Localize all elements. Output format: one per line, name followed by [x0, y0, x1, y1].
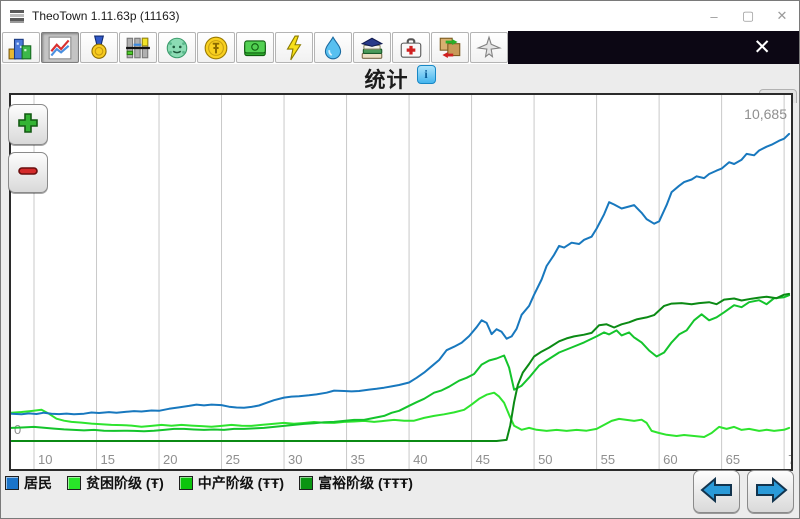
x-tick-label-45: 45 — [476, 452, 490, 467]
health-icon — [398, 35, 424, 61]
x-tick-label-10: 10 — [38, 452, 52, 467]
maximize-button[interactable]: ▢ — [731, 1, 765, 31]
toolbar-button-education[interactable] — [353, 32, 391, 63]
toolbar-button-coin[interactable] — [197, 32, 235, 63]
legend-item[interactable]: 贫困阶级 (Ŧ) — [67, 473, 164, 493]
series-line-2 — [12, 294, 790, 441]
toolbar-button-chart[interactable] — [41, 32, 79, 63]
toolbar-buttons — [1, 31, 508, 64]
scroll-left-button[interactable] — [693, 470, 740, 513]
chart-legend: 居民 贫困阶级 (Ŧ) 中产阶级 (ŦŦ) 富裕阶级 (ŦŦŦ) — [5, 473, 413, 493]
legend-swatch — [179, 476, 193, 490]
y-max-value-label: 10,685 — [744, 106, 787, 122]
happiness-icon — [164, 35, 190, 61]
x-tick-label-40: 40 — [413, 452, 427, 467]
city-icon — [8, 35, 34, 61]
legend-item[interactable]: 居民 — [5, 473, 52, 493]
y-zero-label: 0 — [14, 422, 21, 437]
x-tick-label-60: 60 — [663, 452, 677, 467]
series-line-3 — [12, 134, 790, 414]
line-chart-plot[interactable]: 10 15 20 25 30 35 40 45 50 55 60 65 70 0 10,685 — [11, 95, 791, 469]
power-icon — [281, 35, 307, 61]
legend-label: 贫困阶级 (Ŧ) — [86, 473, 164, 493]
panel-header: 统计 i — [1, 64, 799, 93]
zoom-in-button[interactable] — [8, 104, 48, 145]
x-tick-label-25: 25 — [226, 452, 240, 467]
toolbar-button-water[interactable] — [314, 32, 352, 63]
info-icon[interactable]: i — [417, 65, 436, 84]
minus-icon — [17, 160, 39, 185]
x-tick-label-55: 55 — [601, 452, 615, 467]
x-tick-label-50: 50 — [538, 452, 552, 467]
toolbar-button-city[interactable] — [2, 32, 40, 63]
cash-icon — [242, 35, 268, 61]
legend-item[interactable]: 富裕阶级 (ŦŦŦ) — [299, 473, 413, 493]
x-tick-label-30: 30 — [288, 452, 302, 467]
x-tick-label-15: 15 — [101, 452, 115, 467]
plus-icon — [17, 112, 39, 137]
arrow-left-icon — [700, 476, 734, 507]
x-tick-label-65: 65 — [726, 452, 740, 467]
education-icon — [359, 35, 385, 61]
page-title: 统计 — [365, 64, 409, 94]
legend-item[interactable]: 中产阶级 (ŦŦ) — [179, 473, 284, 493]
toolbar-button-power[interactable] — [275, 32, 313, 63]
legend-label: 居民 — [24, 473, 52, 493]
water-icon — [320, 35, 346, 61]
app-logo-icon — [8, 7, 26, 25]
airport-icon — [476, 35, 502, 61]
legend-swatch — [299, 476, 313, 490]
zoom-out-button[interactable] — [8, 152, 48, 193]
x-tick-label-70: 70 — [788, 452, 791, 467]
scroll-right-button[interactable] — [747, 470, 794, 513]
toolbar-button-health[interactable] — [392, 32, 430, 63]
toolbar-button-trade[interactable] — [431, 32, 469, 63]
toolbar-button-airport[interactable] — [470, 32, 508, 63]
toolbar-button-happiness[interactable] — [158, 32, 196, 63]
statistics-chart[interactable]: 10 15 20 25 30 35 40 45 50 55 60 65 70 0 10,685 — [9, 93, 793, 471]
toolbar-button-medal[interactable] — [80, 32, 118, 63]
category-toolbar: ✕ — [1, 31, 799, 65]
chart-icon — [47, 35, 73, 61]
legend-label: 中产阶级 (ŦŦ) — [198, 473, 284, 493]
legend-label: 富裕阶级 (ŦŦŦ) — [318, 473, 413, 493]
x-tick-label-20: 20 — [163, 452, 177, 467]
minimize-button[interactable]: – — [697, 1, 731, 31]
time-nav — [693, 470, 794, 513]
arrow-right-icon — [754, 476, 788, 507]
theotown-statistics-window: { "window": { "title": "TheoTown 1.11.63… — [0, 0, 800, 519]
coin-icon — [203, 35, 229, 61]
close-window-button[interactable]: ✕ — [765, 1, 799, 31]
medal-icon — [86, 35, 112, 61]
window-title: TheoTown 1.11.63p (11163) — [32, 9, 179, 23]
legend-swatch — [5, 476, 19, 490]
close-panel-button[interactable]: ✕ — [753, 37, 771, 58]
legend-swatch — [67, 476, 81, 490]
toolbar-spacer: ✕ — [508, 31, 799, 64]
title-bar: TheoTown 1.11.63p (11163) – ▢ ✕ — [1, 1, 799, 32]
window-controls: – ▢ ✕ — [697, 1, 799, 31]
toolbar-button-cash[interactable] — [236, 32, 274, 63]
x-tick-label-35: 35 — [351, 452, 365, 467]
toolbar-button-stats-bars[interactable] — [119, 32, 157, 63]
stats-bars-icon — [125, 35, 151, 61]
trade-icon — [437, 35, 463, 61]
